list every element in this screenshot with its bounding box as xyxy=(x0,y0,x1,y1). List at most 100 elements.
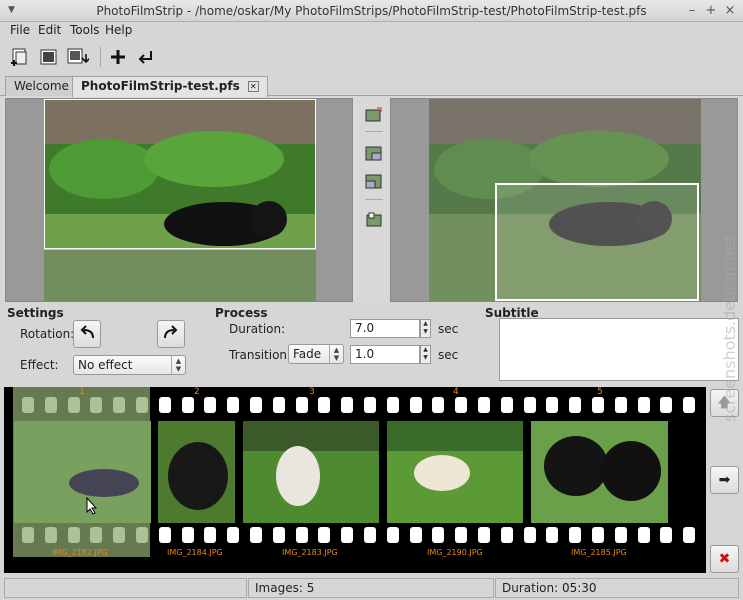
film-perforation xyxy=(204,397,216,413)
frame-filename: IMG_2184.JPG xyxy=(167,548,223,557)
film-perforation xyxy=(683,397,695,413)
status-message xyxy=(4,578,247,598)
film-perforation xyxy=(501,527,513,543)
minimize-icon[interactable]: – xyxy=(685,3,699,18)
film-perforation xyxy=(569,527,581,543)
film-perforation xyxy=(501,397,513,413)
transition-select[interactable]: Fade ▲ ▼ xyxy=(288,344,344,364)
frame-filename: IMG_2183.JPG xyxy=(282,548,338,557)
new-project-icon[interactable] xyxy=(8,46,32,68)
combo-arrows-icon: ▲ ▼ xyxy=(329,345,343,363)
copy-to-end-icon[interactable] xyxy=(364,145,384,163)
tab-welcome-label: Welcome xyxy=(14,79,69,93)
render-icon[interactable] xyxy=(135,46,159,68)
menu-file[interactable]: File xyxy=(10,23,30,37)
duration-unit: sec xyxy=(438,322,459,336)
menu-help[interactable]: Help xyxy=(105,23,132,37)
menu-bar: File Edit Tools Help xyxy=(0,22,743,40)
open-project-icon[interactable] xyxy=(37,46,61,68)
delete-button[interactable]: ✖ xyxy=(710,545,739,573)
film-perforation xyxy=(250,527,262,543)
close-tab-icon[interactable]: ✕ xyxy=(247,81,259,92)
film-perforation xyxy=(546,527,558,543)
tab-welcome[interactable]: Welcome xyxy=(5,76,78,96)
effect-select[interactable]: No effect ▲ ▼ xyxy=(73,355,186,375)
frame-thumb-3[interactable] xyxy=(243,421,379,523)
rotate-right-button[interactable] xyxy=(157,320,185,348)
watermark: screenshots.debian.net xyxy=(720,235,739,422)
svg-text:screenshots.debian.net: screenshots.debian.net xyxy=(720,235,739,422)
frame-thumb-2[interactable] xyxy=(158,421,235,523)
window-title: PhotoFilmStrip - /home/oskar/My PhotoFil… xyxy=(96,4,647,18)
swap-rects-icon[interactable] xyxy=(364,106,384,124)
lock-ratio-icon[interactable] xyxy=(364,211,384,229)
maximize-icon[interactable]: + xyxy=(704,3,718,18)
film-perforation xyxy=(159,527,171,543)
frame-filename: IMG_2190.JPG xyxy=(427,548,483,557)
transition-label: Transition: xyxy=(229,348,292,362)
arrow-right-icon: ➡ xyxy=(718,472,731,488)
film-perforation xyxy=(318,397,330,413)
film-perforation xyxy=(410,527,422,543)
start-rect-preview[interactable] xyxy=(5,98,353,302)
film-perforation xyxy=(341,527,353,543)
subtitle-input[interactable] xyxy=(499,318,739,381)
rotate-left-icon xyxy=(80,325,94,339)
frame-filename: IMG_2182.JPG xyxy=(52,548,108,557)
rotate-left-button[interactable] xyxy=(73,320,101,348)
end-rect-preview[interactable] xyxy=(390,98,738,302)
tab-bar: Welcome PhotoFilmStrip-test.pfs ✕ xyxy=(0,74,743,97)
delete-x-icon: ✖ xyxy=(718,551,731,567)
menu-edit[interactable]: Edit xyxy=(38,23,61,37)
move-right-button[interactable]: ➡ xyxy=(710,466,739,494)
tab-project-label: PhotoFilmStrip-test.pfs xyxy=(81,79,240,93)
frame-number: 2 xyxy=(194,387,200,397)
transition-duration-input[interactable]: 1.0 xyxy=(350,345,420,364)
frame-thumb-4[interactable] xyxy=(387,421,523,523)
mouse-cursor-icon xyxy=(86,497,98,515)
film-perforation xyxy=(432,397,444,413)
film-perforation xyxy=(273,397,285,413)
film-perforation xyxy=(615,397,627,413)
transition-spin-icon[interactable]: ▲ ▼ xyxy=(420,345,431,364)
film-perforation xyxy=(227,397,239,413)
film-perforation xyxy=(296,397,308,413)
film-perforation xyxy=(638,527,650,543)
process-heading: Process xyxy=(215,306,268,320)
duration-input[interactable]: 7.0 xyxy=(350,319,420,338)
tab-project[interactable]: PhotoFilmStrip-test.pfs ✕ xyxy=(72,76,268,97)
film-perforation xyxy=(455,397,467,413)
film-perforation xyxy=(159,397,171,413)
film-perforation xyxy=(364,397,376,413)
film-perforation xyxy=(592,397,604,413)
film-perforation xyxy=(341,397,353,413)
film-perforation xyxy=(660,397,672,413)
tools-separator-2 xyxy=(365,199,383,200)
film-perforation xyxy=(478,397,490,413)
copy-to-start-icon[interactable] xyxy=(364,173,384,191)
film-perforation xyxy=(410,397,422,413)
frame-thumb-5[interactable] xyxy=(531,421,668,523)
frame-thumb-1[interactable] xyxy=(14,421,151,523)
film-perforation xyxy=(364,527,376,543)
preview-photo-start xyxy=(44,99,316,301)
film-perforation xyxy=(182,527,194,543)
title-bar: ▼ PhotoFilmStrip - /home/oskar/My PhotoF… xyxy=(0,0,743,22)
toolbar xyxy=(0,41,743,74)
filmstrip[interactable]: 1 2 3 4 5 IMG_2182.JPG IMG_2184.JPG IMG_… xyxy=(4,387,706,573)
film-perforation xyxy=(318,527,330,543)
frame-number: 5 xyxy=(597,387,603,397)
film-perforation xyxy=(546,397,558,413)
add-pictures-icon[interactable] xyxy=(106,46,130,68)
preview-tools xyxy=(356,97,392,302)
film-perforation xyxy=(387,527,399,543)
menu-tools[interactable]: Tools xyxy=(70,23,100,37)
save-project-icon[interactable] xyxy=(65,46,91,68)
toolbar-separator xyxy=(100,47,101,67)
film-perforation xyxy=(683,527,695,543)
film-perforation xyxy=(250,397,262,413)
duration-spin-icon[interactable]: ▲ ▼ xyxy=(420,319,431,338)
close-window-icon[interactable]: × xyxy=(723,3,737,18)
film-perforation xyxy=(524,397,536,413)
film-perforation xyxy=(524,527,536,543)
